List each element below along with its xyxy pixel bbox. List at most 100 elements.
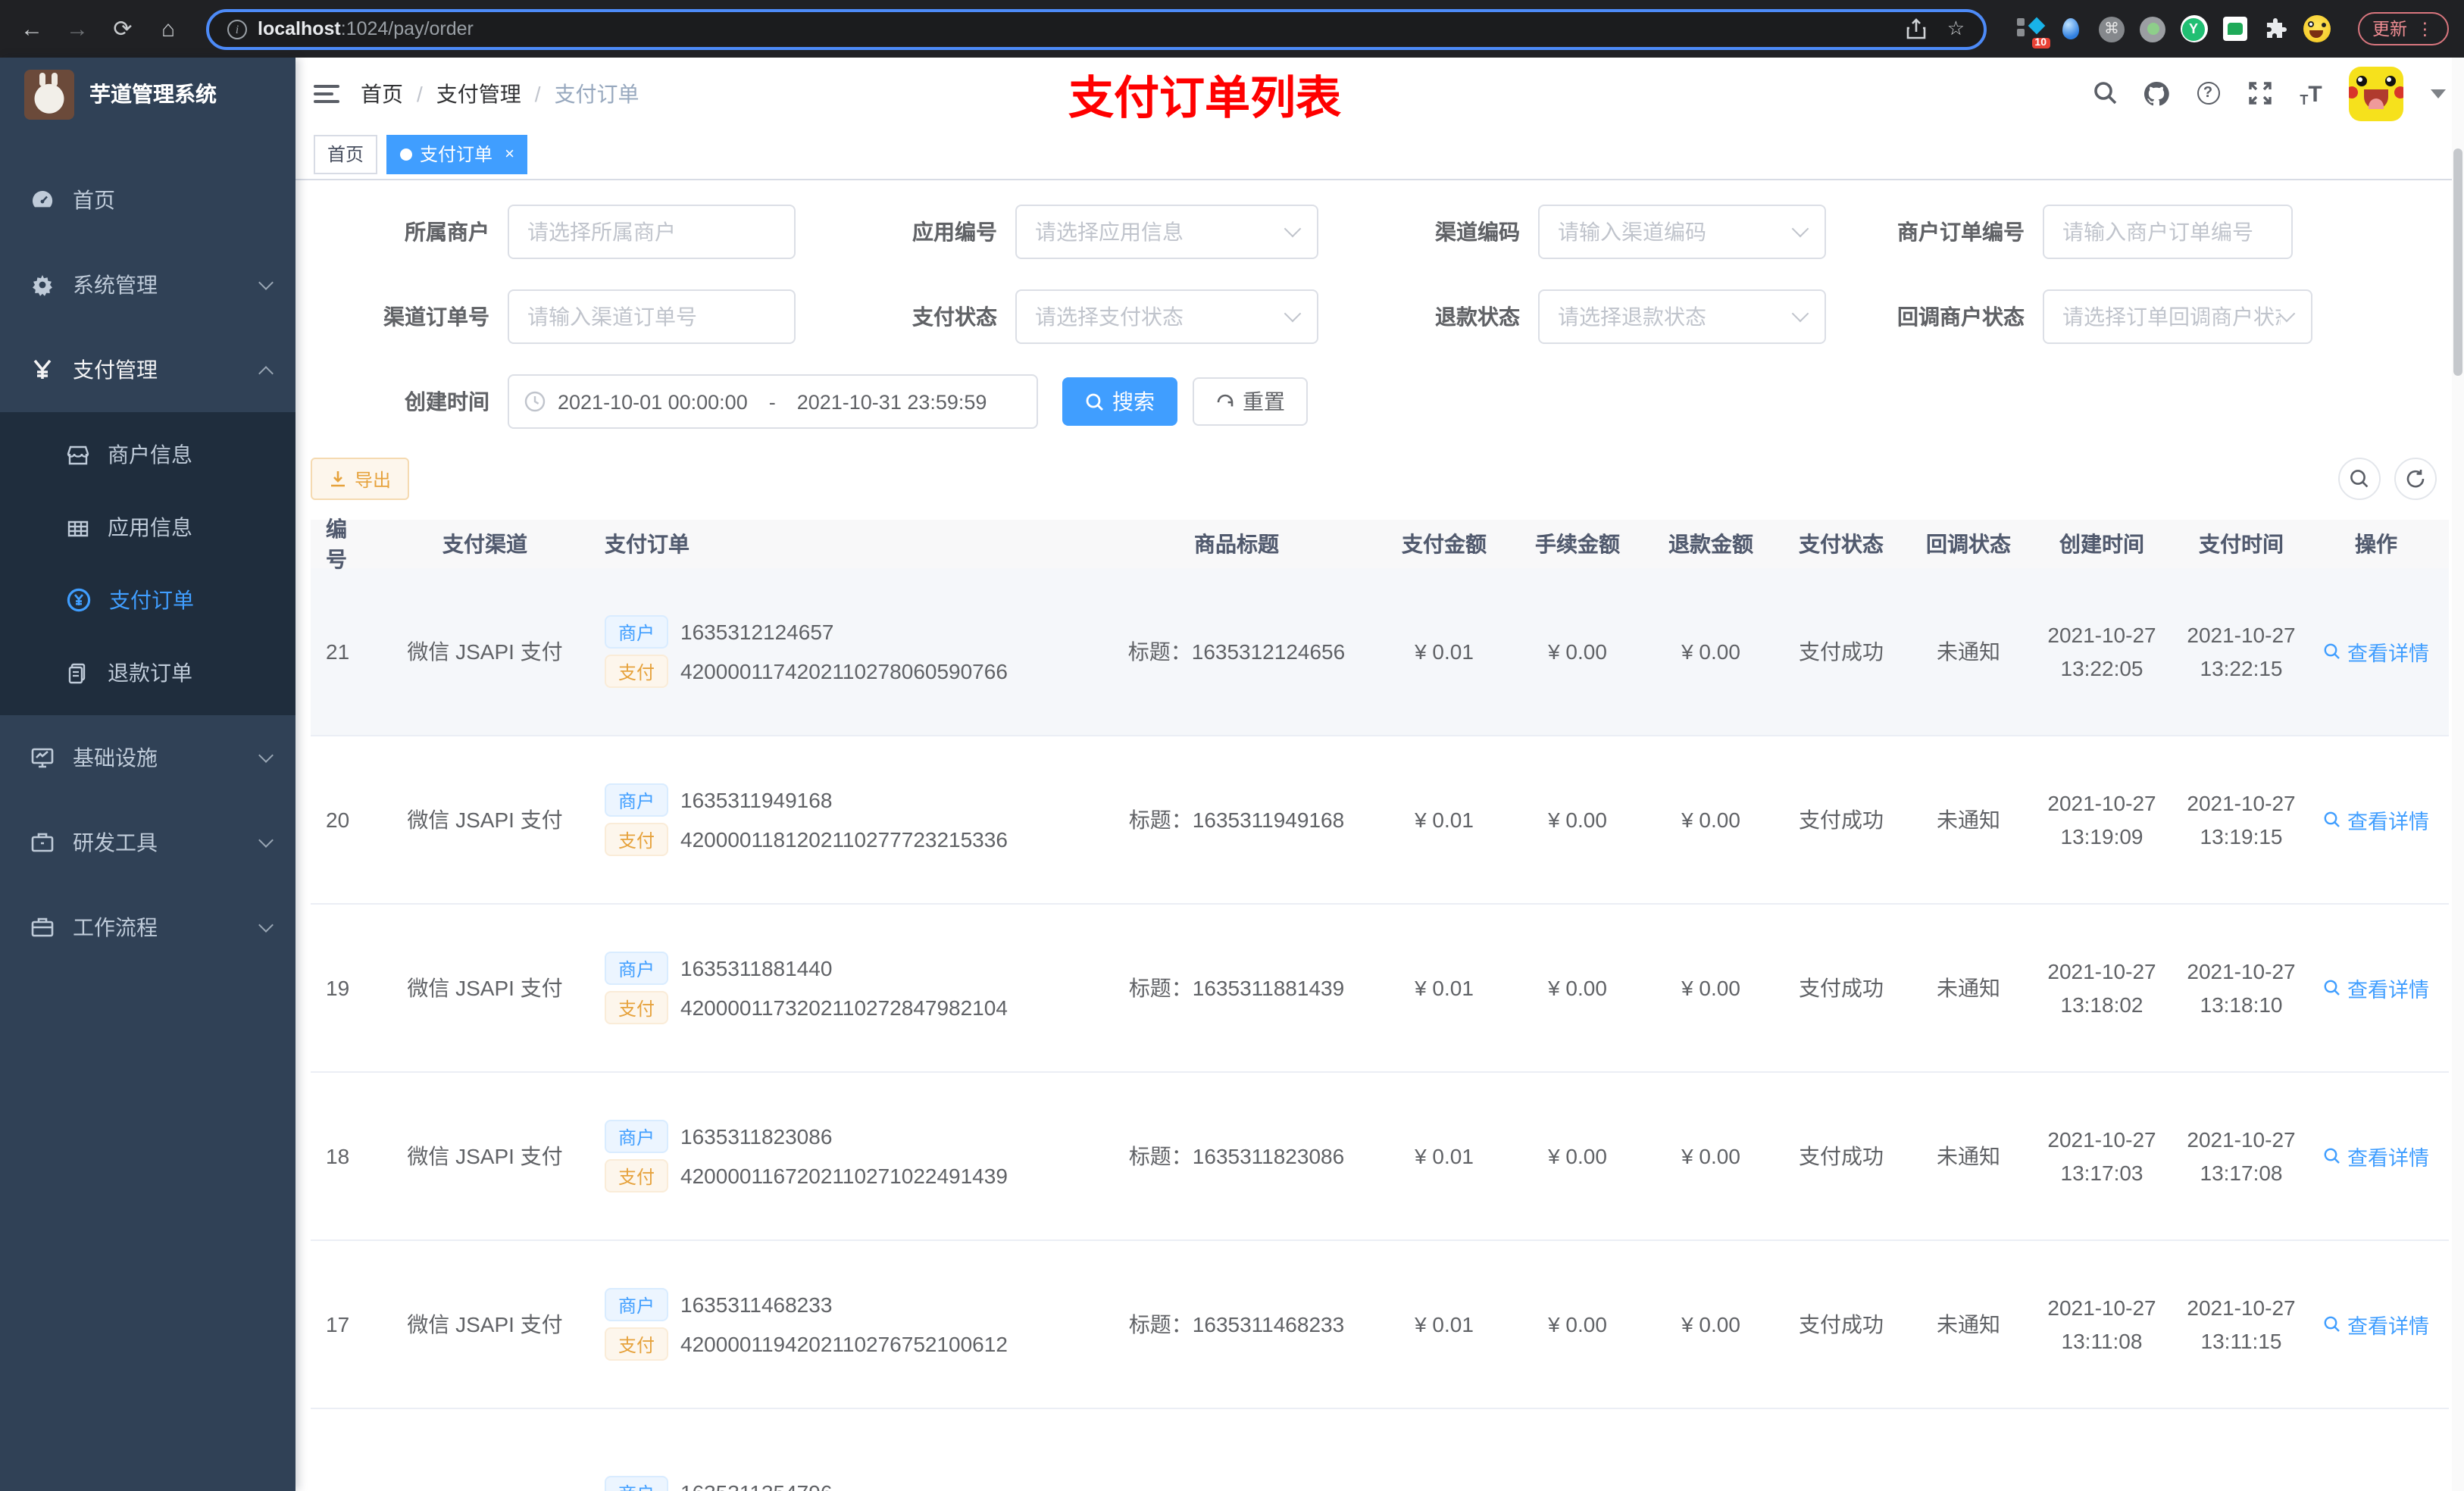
pay-order-no: 4200001167202110271022491439 [680,1164,1008,1188]
cell-title: 标题：1635312124656 [1127,639,1346,664]
view-detail-link[interactable]: 查看详情 [2323,1141,2429,1171]
page-title: 支付订单列表 [1068,73,1341,123]
extension-badge: 10 [2031,38,2050,48]
table-row: 17 微信 JSAPI 支付 商户 1635311468233 支付 4200001… [311,1241,2449,1409]
pay-tag: 支付 [605,823,669,856]
user-menu-caret-icon[interactable] [2431,89,2446,98]
chevron-down-icon [1791,305,1809,323]
view-detail-link[interactable]: 查看详情 [2323,1309,2429,1339]
search-icon [1086,392,1103,410]
home-icon[interactable]: ⌂ [152,16,185,42]
sidebar-item-label: 基础设施 [73,746,158,770]
extension-tabs-icon[interactable]: 10 [2016,15,2050,48]
refresh-table-button[interactable] [2394,458,2437,500]
page-content: 所属商户 应用编号 请选择应用信息 渠道编码 请输入渠道编码 商户订单编号 [295,180,2464,1491]
cell-pay-time: 2021-10-27 13:17:08 [2187,1127,2296,1185]
cell-id: 21 [326,639,350,664]
sidebar-item-merchant-info[interactable]: 商户信息 [0,418,295,491]
app-select[interactable]: 请选择应用信息 [1015,205,1318,259]
cell-title: 标题：1635311949168 [1128,808,1345,832]
reset-button[interactable]: 重置 [1193,377,1308,426]
breadcrumb-current: 支付订单 [554,81,639,105]
refresh-icon [2406,470,2425,488]
cell-amount: ¥ 0.01 [1415,639,1474,664]
cell-order: 商户 1635311949168 支付 4200001181202110277723… [596,777,1096,862]
extension-y-icon[interactable]: Y [2180,15,2207,42]
top-navbar: 首页 / 支付管理 / 支付订单 支付订单列表 ? T T [295,58,2464,129]
dashboard-icon [33,190,53,208]
extension-balloon-icon[interactable] [2057,15,2084,42]
sidebar-toggle-icon[interactable] [314,80,339,107]
avatar[interactable] [2349,66,2403,120]
sidebar-item-dev-tools[interactable]: 研发工具 [0,800,295,885]
extension-record-icon[interactable] [2139,15,2166,42]
merchant-input[interactable] [508,205,796,259]
sidebar-item-refund-order[interactable]: 退款订单 [0,636,295,709]
tag-pay-order[interactable]: 支付订单 × [386,134,528,173]
active-dot [400,148,413,160]
sidebar-item-home[interactable]: 首页 [0,158,295,242]
channel-code-select[interactable]: 请输入渠道编码 [1538,205,1826,259]
sidebar-item-pay-order[interactable]: 支付订单 [0,564,295,636]
forward-icon[interactable]: → [61,16,94,42]
view-detail-link[interactable]: 查看详情 [2323,805,2429,835]
chevron-down-icon [1791,220,1809,238]
view-detail-link[interactable]: 查看详情 [2323,636,2429,667]
merchant-order-no: 1635312124657 [680,620,834,644]
sidebar-item-app-info[interactable]: 应用信息 [0,491,295,564]
window-scrollbar[interactable] [2452,58,2464,1491]
sidebar-item-workflow[interactable]: 工作流程 [0,885,295,970]
breadcrumb-payment[interactable]: 支付管理 [436,78,521,108]
pay-status-select[interactable]: 请选择支付状态 [1015,289,1318,344]
close-icon[interactable]: × [505,145,514,163]
github-icon[interactable] [2143,80,2170,107]
font-size-icon[interactable]: TT [2297,80,2325,107]
toggle-search-button[interactable] [2338,458,2381,500]
breadcrumb-home[interactable]: 首页 [361,78,403,108]
extension-emoji-icon[interactable] [2303,15,2330,42]
sidebar: 芋道管理系统 首页 系统管理 支付管理 商户信息 应用信息 支付订单 退款订单 … [0,58,295,1491]
sidebar-item-label: 退款订单 [108,661,192,685]
tag-home[interactable]: 首页 [314,134,378,173]
site-info-icon[interactable]: i [227,19,247,39]
cell-channel: 微信 JSAPI 支付 [407,808,563,832]
browser-menu-icon[interactable]: ⋮ [2416,18,2434,39]
search-button[interactable]: 搜索 [1062,377,1177,426]
sidebar-item-infrastructure[interactable]: 基础设施 [0,715,295,800]
search-icon [2324,1148,2340,1164]
bookmark-star-icon[interactable]: ☆ [1947,17,1965,41]
scrollbar-thumb[interactable] [2453,148,2462,376]
extensions-puzzle-icon[interactable] [2262,15,2289,42]
header-search-icon[interactable] [2091,80,2118,107]
date-range-picker[interactable]: 2021-10-01 00:00:00 - 2021-10-31 23:59:5… [508,374,1038,429]
fullscreen-icon[interactable] [2246,80,2273,107]
chevron-down-icon [2278,305,2296,323]
refund-status-select[interactable]: 请选择退款状态 [1538,289,1826,344]
extension-command-icon[interactable]: ⌘ [2098,15,2125,42]
merchant-order-no-input[interactable] [2043,205,2293,259]
export-button[interactable]: 导出 [311,458,410,500]
notify-status-select[interactable]: 请选择订单回调商户状态 [2043,289,2312,344]
app-logo[interactable]: 芋道管理系统 [0,58,295,130]
channel-order-no-input[interactable] [508,289,796,344]
cell-id: 17 [326,1312,350,1336]
pay-order-no: 4200001194202110276752100612 [680,1332,1008,1356]
sidebar-item-system[interactable]: 系统管理 [0,242,295,327]
share-icon[interactable] [1906,18,1926,39]
back-icon[interactable]: ← [15,16,48,42]
browser-update-button[interactable]: 更新 ⋮ [2357,12,2449,45]
help-icon[interactable]: ? [2194,80,2222,107]
sidebar-item-payment[interactable]: 支付管理 [0,327,295,412]
cell-create-time: 2021-10-27 13:11:08 [2047,1295,2156,1353]
address-bar[interactable]: i localhost:1024/pay/order ☆ [206,8,1986,49]
cell-pay-status: 支付成功 [1799,808,1884,832]
filter-row-2: 渠道订单号 支付状态 请选择支付状态 退款状态 请选择退款状态 回调商户状态 请… [311,289,2449,344]
view-detail-link[interactable]: 查看详情 [2323,973,2429,1003]
extension-chat-icon[interactable] [2221,15,2248,42]
cell-order: 商户 1635311468233 支付 4200001194202110276752… [596,1282,1096,1367]
reload-icon[interactable]: ⟳ [106,15,139,42]
search-icon [2324,643,2340,659]
pay-tag: 支付 [605,1327,669,1361]
cell-channel: 微信 JSAPI 支付 [407,1144,563,1168]
cell-pay-time: 2021-10-27 13:11:15 [2187,1295,2296,1353]
